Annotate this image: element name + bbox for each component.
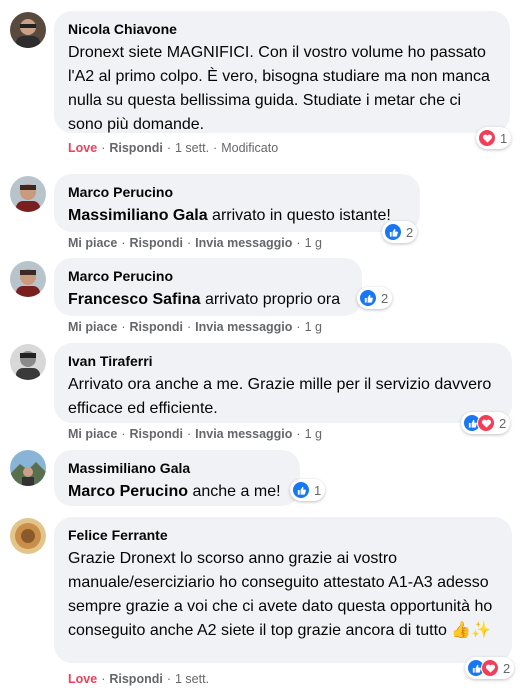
comment-text: Grazie Dronext lo scorso anno grazie ai … [68, 550, 493, 639]
avatar[interactable] [10, 176, 46, 212]
reactions-badge[interactable]: 2 [382, 221, 418, 243]
comment-text: Dronext siete MAGNIFICI. Con il vostro v… [68, 44, 490, 133]
reply-link[interactable]: Rispondi [109, 141, 162, 155]
heart-icon [477, 414, 495, 432]
comment-text: Marco Perucino anche a me! [68, 483, 281, 500]
comment-actions: Love · Rispondi · 1 sett. · Modificato [68, 141, 279, 155]
comment-author[interactable]: Nicola Chiavone [68, 20, 496, 38]
like-link[interactable]: Mi piace [68, 320, 117, 334]
timestamp[interactable]: 1 g [305, 427, 322, 441]
comment-author[interactable]: Marco Perucino [68, 267, 348, 285]
comment-text: Francesco Safina arrivato proprio ora [68, 291, 341, 308]
comment-bubble: Massimiliano Gala Marco Perucino anche a… [54, 450, 300, 506]
comment-actions: Mi piace · Rispondi · Invia messaggio · 1 g [68, 236, 322, 250]
reactions-badge[interactable]: 1 [290, 479, 326, 501]
reactions-badge[interactable]: 2 [357, 287, 393, 309]
edited-label: Modificato [221, 141, 279, 155]
timestamp[interactable]: 1 sett. [175, 672, 209, 686]
reactions-count: 1 [314, 482, 322, 498]
love-reaction-link[interactable]: Love [68, 672, 97, 686]
like-link[interactable]: Mi piace [68, 427, 117, 441]
comment-bubble: Marco Perucino Francesco Safina arrivato… [54, 258, 362, 316]
timestamp[interactable]: 1 g [305, 320, 322, 334]
comment-text: Massimiliano Gala arrivato in questo ist… [68, 207, 391, 224]
comment-author[interactable]: Felice Ferrante [68, 526, 498, 544]
comment-text: Arrivato ora anche a me. Grazie mille pe… [68, 376, 492, 417]
reply-link[interactable]: Rispondi [109, 672, 162, 686]
send-message-link[interactable]: Invia messaggio [195, 427, 292, 441]
comment-author[interactable]: Massimiliano Gala [68, 459, 286, 477]
comment-bubble: Marco Perucino Massimiliano Gala arrivat… [54, 174, 420, 232]
mention-link[interactable]: Francesco Safina [68, 291, 201, 308]
mention-link[interactable]: Marco Perucino [68, 483, 188, 500]
comment-bubble: Nicola Chiavone Dronext siete MAGNIFICI.… [54, 11, 510, 133]
reactions-count: 2 [499, 415, 507, 431]
timestamp[interactable]: 1 sett. [175, 141, 209, 155]
reply-link[interactable]: Rispondi [130, 236, 183, 250]
comment-bubble: Ivan Tiraferri Arrivato ora anche a me. … [54, 343, 512, 423]
mention-link[interactable]: Massimiliano Gala [68, 207, 208, 224]
comment-actions: Love · Rispondi · 1 sett. [68, 672, 210, 686]
comment-actions: Mi piace · Rispondi · Invia messaggio · 1 g [68, 427, 322, 441]
comment-bubble: Felice Ferrante Grazie Dronext lo scorso… [54, 517, 512, 663]
thumbs-up-icon [292, 481, 310, 499]
reactions-badge[interactable]: 2 [461, 412, 511, 434]
comment-actions: Mi piace · Rispondi · Invia messaggio · 1 g [68, 320, 322, 334]
love-reaction-link[interactable]: Love [68, 141, 97, 155]
reactions-count: 2 [381, 290, 389, 306]
send-message-link[interactable]: Invia messaggio [195, 236, 292, 250]
reply-link[interactable]: Rispondi [130, 427, 183, 441]
heart-icon [478, 129, 496, 147]
reactions-badge[interactable]: 1 [476, 127, 512, 149]
send-message-link[interactable]: Invia messaggio [195, 320, 292, 334]
thumbs-up-icon [359, 289, 377, 307]
reactions-count: 2 [406, 224, 414, 240]
heart-icon [481, 659, 499, 677]
avatar[interactable] [10, 261, 46, 297]
comment-author[interactable]: Ivan Tiraferri [68, 352, 498, 370]
like-link[interactable]: Mi piace [68, 236, 117, 250]
reply-link[interactable]: Rispondi [130, 320, 183, 334]
reactions-badge[interactable]: 2 [465, 657, 515, 679]
avatar[interactable] [10, 518, 46, 554]
avatar[interactable] [10, 12, 46, 48]
timestamp[interactable]: 1 g [305, 236, 322, 250]
avatar[interactable] [10, 450, 46, 486]
reactions-count: 1 [500, 130, 508, 146]
comment-author[interactable]: Marco Perucino [68, 183, 406, 201]
thumbs-up-icon [384, 223, 402, 241]
avatar[interactable] [10, 344, 46, 380]
reactions-count: 2 [503, 660, 511, 676]
